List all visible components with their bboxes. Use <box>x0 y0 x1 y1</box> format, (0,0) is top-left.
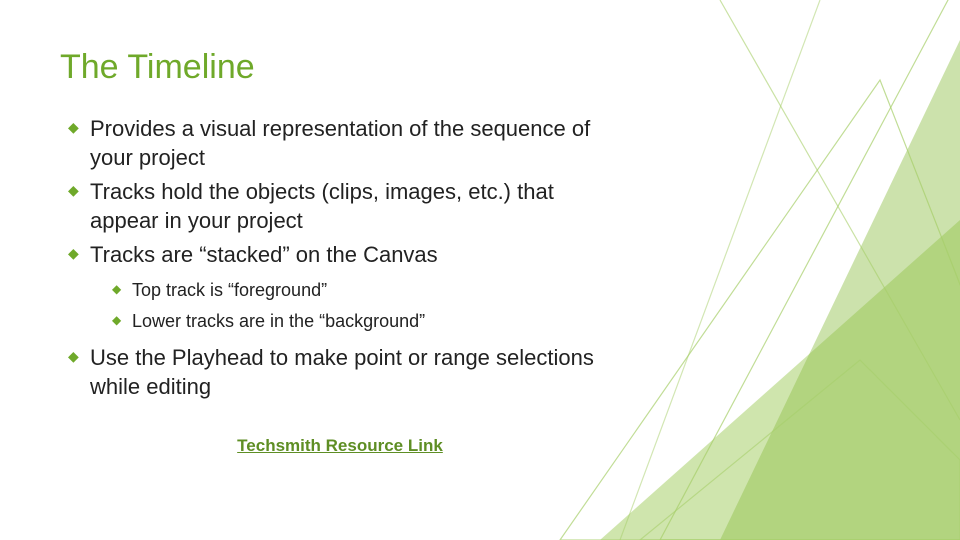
sub-bullet-list: Top track is “foreground” Lower tracks a… <box>112 278 628 334</box>
list-item: Use the Playhead to make point or range … <box>68 344 628 401</box>
link-container: Techsmith Resource Link <box>60 436 620 456</box>
list-item: Top track is “foreground” <box>112 278 628 303</box>
list-item: Lower tracks are in the “background” <box>112 309 628 334</box>
slide: The Timeline Provides a visual represent… <box>0 0 960 540</box>
resource-link[interactable]: Techsmith Resource Link <box>237 436 443 455</box>
bullet-list: Provides a visual representation of the … <box>68 115 900 402</box>
list-item-text: Tracks are “stacked” on the Canvas <box>90 242 438 267</box>
list-item: Tracks hold the objects (clips, images, … <box>68 178 628 235</box>
list-item: Tracks are “stacked” on the Canvas Top t… <box>68 241 628 334</box>
list-item: Provides a visual representation of the … <box>68 115 628 172</box>
content-area: The Timeline Provides a visual represent… <box>0 0 960 456</box>
slide-title: The Timeline <box>60 48 900 87</box>
